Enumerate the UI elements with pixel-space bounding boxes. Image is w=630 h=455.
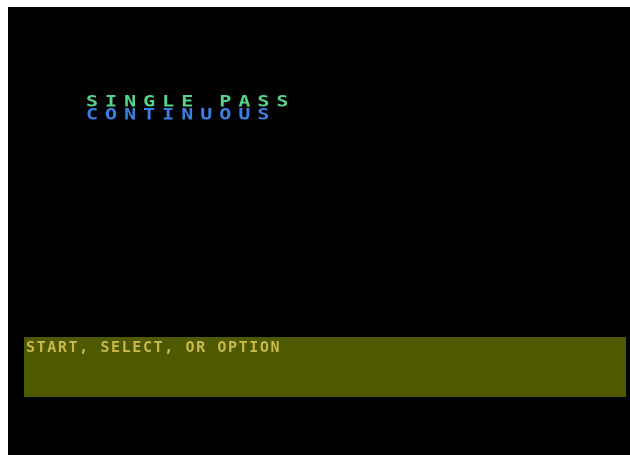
menu-option-continuous[interactable]: CONTINUOUS	[86, 106, 276, 122]
prompt-bar: START, SELECT, OR OPTION	[24, 337, 626, 397]
prompt-text: START, SELECT, OR OPTION	[26, 338, 282, 356]
game-screen: SINGLE PASS CONTINUOUS START, SELECT, OR…	[8, 7, 630, 455]
mode-menu: SINGLE PASS CONTINUOUS	[86, 93, 446, 135]
